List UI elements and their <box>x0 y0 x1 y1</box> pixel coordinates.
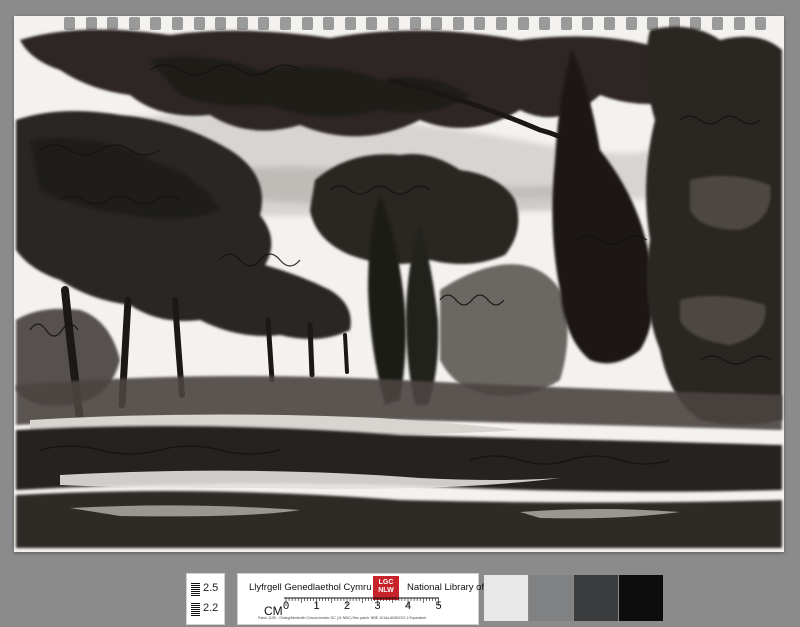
library-name-welsh: Llyfrgell Genedlaethol Cymru <box>249 582 372 593</box>
ruler-number: 0 <box>283 600 290 612</box>
gray-patch <box>484 575 528 621</box>
ruler-number: 1 <box>313 600 320 612</box>
library-logo-bottom: NLW <box>378 587 394 594</box>
ruler-scale <box>284 597 439 606</box>
foreground-wash <box>16 491 782 548</box>
scale-stripe-bottom <box>191 602 200 616</box>
gray-patch <box>619 575 663 621</box>
scale-stripe-top <box>191 582 200 596</box>
scale-value-bottom: 2.2 <box>203 602 219 614</box>
library-card: Llyfrgell Genedlaethol Cymru LGC NLW Nat… <box>237 573 513 625</box>
scale-value-top: 2.5 <box>203 582 219 594</box>
ink-landscape-artwork <box>16 26 782 548</box>
ruler-number: 3 <box>374 600 381 612</box>
ruler-number: 2 <box>344 600 351 612</box>
ruler-number: 4 <box>405 600 412 612</box>
library-fine-print: Patch 1195 - Gridsg/Medeolth Colourcheck… <box>258 616 427 620</box>
ruler-number: 5 <box>435 600 442 612</box>
scale-reference-card: 2.5 2.2 <box>186 573 225 625</box>
gray-patch <box>574 575 618 621</box>
library-logo-top: LGC <box>378 579 394 586</box>
mid-shrubs <box>440 264 568 396</box>
gray-patch <box>529 575 573 621</box>
